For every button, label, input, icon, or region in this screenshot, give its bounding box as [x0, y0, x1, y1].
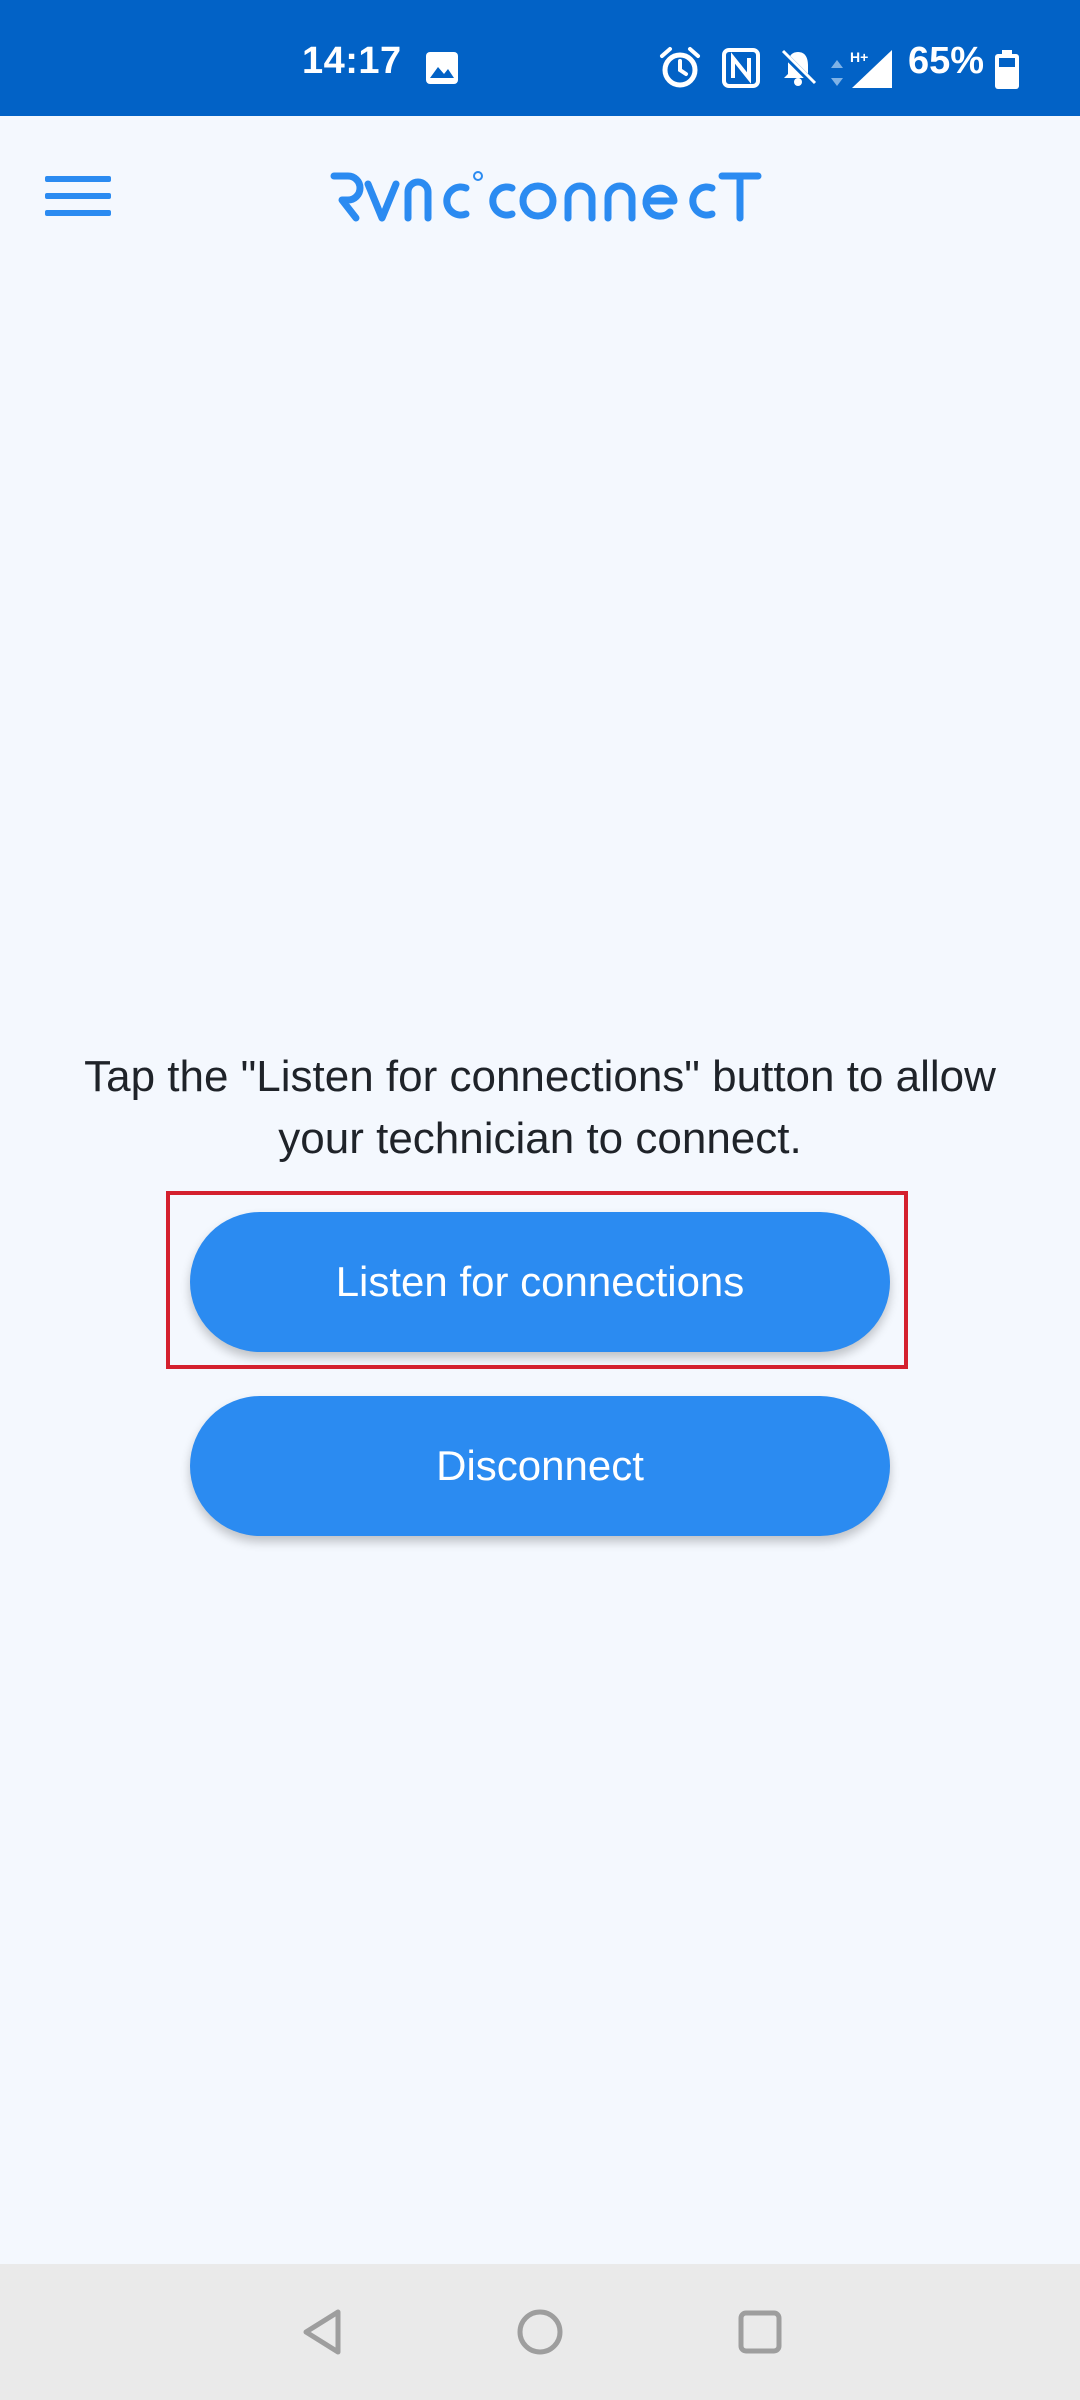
signal-icon: H+	[848, 48, 894, 88]
image-icon	[424, 50, 460, 88]
recents-button[interactable]	[712, 2284, 808, 2380]
status-time: 14:17	[302, 40, 402, 82]
status-bar: 14:17 H+ 65%	[0, 0, 1080, 116]
rvnc-connect-logo	[328, 168, 762, 224]
alarm-icon	[658, 46, 702, 88]
disconnect-button[interactable]: Disconnect	[190, 1396, 890, 1536]
notifications-off-icon	[778, 48, 818, 87]
data-arrows-icon	[830, 60, 844, 98]
home-icon	[517, 2309, 563, 2355]
back-icon	[303, 2309, 341, 2355]
network-type-label: H+	[850, 49, 868, 65]
hamburger-menu-icon	[45, 176, 111, 216]
recents-icon	[738, 2310, 782, 2354]
menu-button[interactable]	[30, 156, 126, 236]
instruction-text: Tap the "Listen for connections" button …	[84, 1052, 996, 1163]
navigation-bar	[0, 2264, 1080, 2400]
back-button[interactable]	[274, 2284, 370, 2380]
home-button[interactable]	[492, 2284, 588, 2380]
listen-for-connections-button[interactable]: Listen for connections	[190, 1212, 890, 1352]
battery-icon	[994, 50, 1020, 89]
app-bar	[0, 116, 1080, 276]
screen: 14:17 H+ 65% Tap the "Listen for connect…	[0, 0, 1080, 2400]
battery-percent: 65%	[908, 40, 985, 82]
nfc-icon	[722, 48, 760, 88]
